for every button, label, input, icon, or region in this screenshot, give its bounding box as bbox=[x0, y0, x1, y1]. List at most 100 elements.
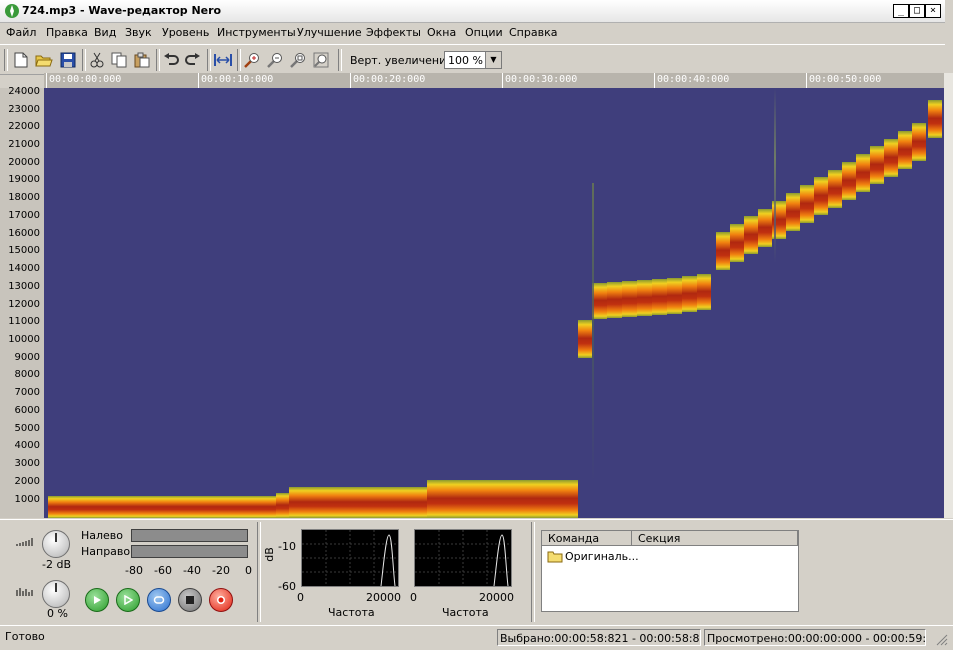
frequency-label: 3000 bbox=[14, 458, 40, 469]
vertical-zoom-value: 100 % bbox=[448, 54, 483, 67]
frequency-label: 7000 bbox=[14, 387, 40, 398]
menu-options[interactable]: Опции bbox=[465, 26, 503, 39]
zoom-selection-icon[interactable] bbox=[288, 50, 308, 70]
zoom-fit-icon[interactable] bbox=[213, 50, 233, 70]
spectrogram-band bbox=[928, 100, 942, 138]
spectrogram-band bbox=[884, 139, 898, 177]
play-selection-icon bbox=[124, 595, 133, 605]
view-status: Просмотрено:00:00:00:000 - 00:00:59:040 bbox=[704, 629, 926, 646]
menu-file[interactable]: Файл bbox=[6, 26, 36, 39]
meter-scale-label: 0 bbox=[245, 564, 252, 577]
spectrogram-view[interactable] bbox=[44, 88, 944, 518]
meter-scale-label: -60 bbox=[154, 564, 172, 577]
toolbar: Верт. увеличение 100 % ▼ bbox=[0, 44, 945, 75]
zoom-in-icon[interactable] bbox=[242, 50, 262, 70]
record-button[interactable] bbox=[209, 588, 233, 612]
history-command: Оригиналь... bbox=[565, 550, 639, 563]
panel-separator bbox=[531, 522, 535, 622]
play-button[interactable] bbox=[85, 588, 109, 612]
stop-icon bbox=[186, 596, 194, 604]
spectrogram-band bbox=[592, 283, 607, 319]
spectrogram-band bbox=[730, 224, 744, 262]
left-level-meter bbox=[131, 529, 248, 542]
frequency-label: 22000 bbox=[8, 121, 40, 132]
frequency-label: 12000 bbox=[8, 299, 40, 310]
new-file-icon[interactable] bbox=[11, 50, 31, 70]
spectrogram-band bbox=[800, 185, 814, 223]
spectrogram-band bbox=[898, 131, 912, 169]
frequency-label: 19000 bbox=[8, 174, 40, 185]
vertical-zoom-select[interactable]: 100 % ▼ bbox=[444, 51, 502, 69]
zoom-full-icon[interactable] bbox=[311, 50, 331, 70]
column-header-command[interactable]: Команда bbox=[542, 531, 632, 546]
menu-help[interactable]: Справка bbox=[509, 26, 557, 39]
undo-icon[interactable] bbox=[161, 50, 181, 70]
menu-windows[interactable]: Окна bbox=[427, 26, 456, 39]
vertical-scrollbar[interactable] bbox=[944, 73, 953, 518]
frequency-label: 5000 bbox=[14, 423, 40, 434]
column-header-section[interactable]: Секция bbox=[632, 531, 798, 546]
frequency-axis-label: Частота bbox=[328, 606, 375, 619]
stop-button[interactable] bbox=[178, 588, 202, 612]
vertical-zoom-label: Верт. увеличение bbox=[350, 54, 454, 67]
freq-tick-label: 20000 bbox=[366, 591, 401, 604]
menu-view[interactable]: Вид bbox=[94, 26, 116, 39]
history-list[interactable]: Команда Секция Оригиналь... bbox=[541, 530, 799, 612]
paste-icon[interactable] bbox=[132, 50, 152, 70]
resize-grip-icon[interactable] bbox=[934, 632, 948, 646]
spectrogram-band bbox=[427, 480, 578, 518]
ruler-label: 00:00:50:000 bbox=[809, 74, 882, 85]
maximize-button[interactable]: □ bbox=[909, 4, 925, 18]
spectrogram-band bbox=[637, 280, 652, 316]
toolbar-separator bbox=[156, 49, 160, 71]
chevron-down-icon[interactable]: ▼ bbox=[485, 52, 501, 68]
db-tick-label: -60 bbox=[278, 580, 296, 593]
frequency-display-right bbox=[414, 529, 512, 587]
spectrogram-band bbox=[48, 496, 276, 518]
menu-bar: Файл Правка Вид Звук Уровень Инструменты… bbox=[0, 23, 945, 43]
frequency-label: 24000 bbox=[8, 86, 40, 97]
menu-enhance[interactable]: Улучшение bbox=[297, 26, 362, 39]
status-text: Готово bbox=[5, 630, 45, 643]
volume-knob[interactable] bbox=[42, 530, 70, 558]
selection-status: Выбрано:00:00:58:821 - 00:00:58:821 bbox=[497, 629, 701, 646]
loop-button[interactable] bbox=[147, 588, 171, 612]
frequency-label: 15000 bbox=[8, 245, 40, 256]
ruler-label: 00:00:30:000 bbox=[505, 74, 578, 85]
frequency-label: 2000 bbox=[14, 476, 40, 487]
save-icon[interactable] bbox=[58, 50, 78, 70]
spectrogram-band bbox=[578, 320, 592, 358]
frequency-label: 1000 bbox=[14, 494, 40, 505]
zoom-out-icon[interactable] bbox=[265, 50, 285, 70]
frequency-label: 8000 bbox=[14, 369, 40, 380]
copy-icon[interactable] bbox=[109, 50, 129, 70]
open-folder-icon[interactable] bbox=[34, 50, 54, 70]
menu-effects[interactable]: Эффекты bbox=[366, 26, 421, 39]
menu-edit[interactable]: Правка bbox=[46, 26, 88, 39]
frequency-axis-label: Частота bbox=[442, 606, 489, 619]
menu-tools[interactable]: Инструменты bbox=[217, 26, 296, 39]
panel-separator bbox=[257, 522, 261, 622]
spectrogram-band bbox=[667, 278, 682, 314]
cut-icon[interactable] bbox=[87, 50, 107, 70]
spectrogram-band bbox=[744, 216, 758, 254]
menu-sound[interactable]: Звук bbox=[125, 26, 152, 39]
time-ruler[interactable]: 00:00:00:000 00:00:10:000 00:00:20:000 0… bbox=[44, 73, 944, 89]
db-axis-label: dB bbox=[262, 547, 276, 562]
minimize-button[interactable]: _ bbox=[893, 4, 909, 18]
ruler-label: 00:00:20:000 bbox=[353, 74, 426, 85]
close-button[interactable]: × bbox=[925, 4, 941, 18]
spectrogram-band bbox=[607, 282, 622, 318]
pan-knob[interactable] bbox=[42, 580, 70, 608]
redo-icon[interactable] bbox=[183, 50, 203, 70]
menu-level[interactable]: Уровень bbox=[162, 26, 209, 39]
spectrogram-band bbox=[828, 170, 842, 208]
play-selection-button[interactable] bbox=[116, 588, 140, 612]
ruler-label: 00:00:40:000 bbox=[657, 74, 730, 85]
spectral-transient-line bbox=[774, 88, 776, 263]
toolbar-separator bbox=[237, 49, 241, 71]
spectrogram-band bbox=[276, 493, 289, 518]
status-bar: Готово Выбрано:00:00:58:821 - 00:00:58:8… bbox=[0, 625, 953, 650]
toolbar-separator bbox=[207, 49, 211, 71]
frequency-label: 16000 bbox=[8, 228, 40, 239]
